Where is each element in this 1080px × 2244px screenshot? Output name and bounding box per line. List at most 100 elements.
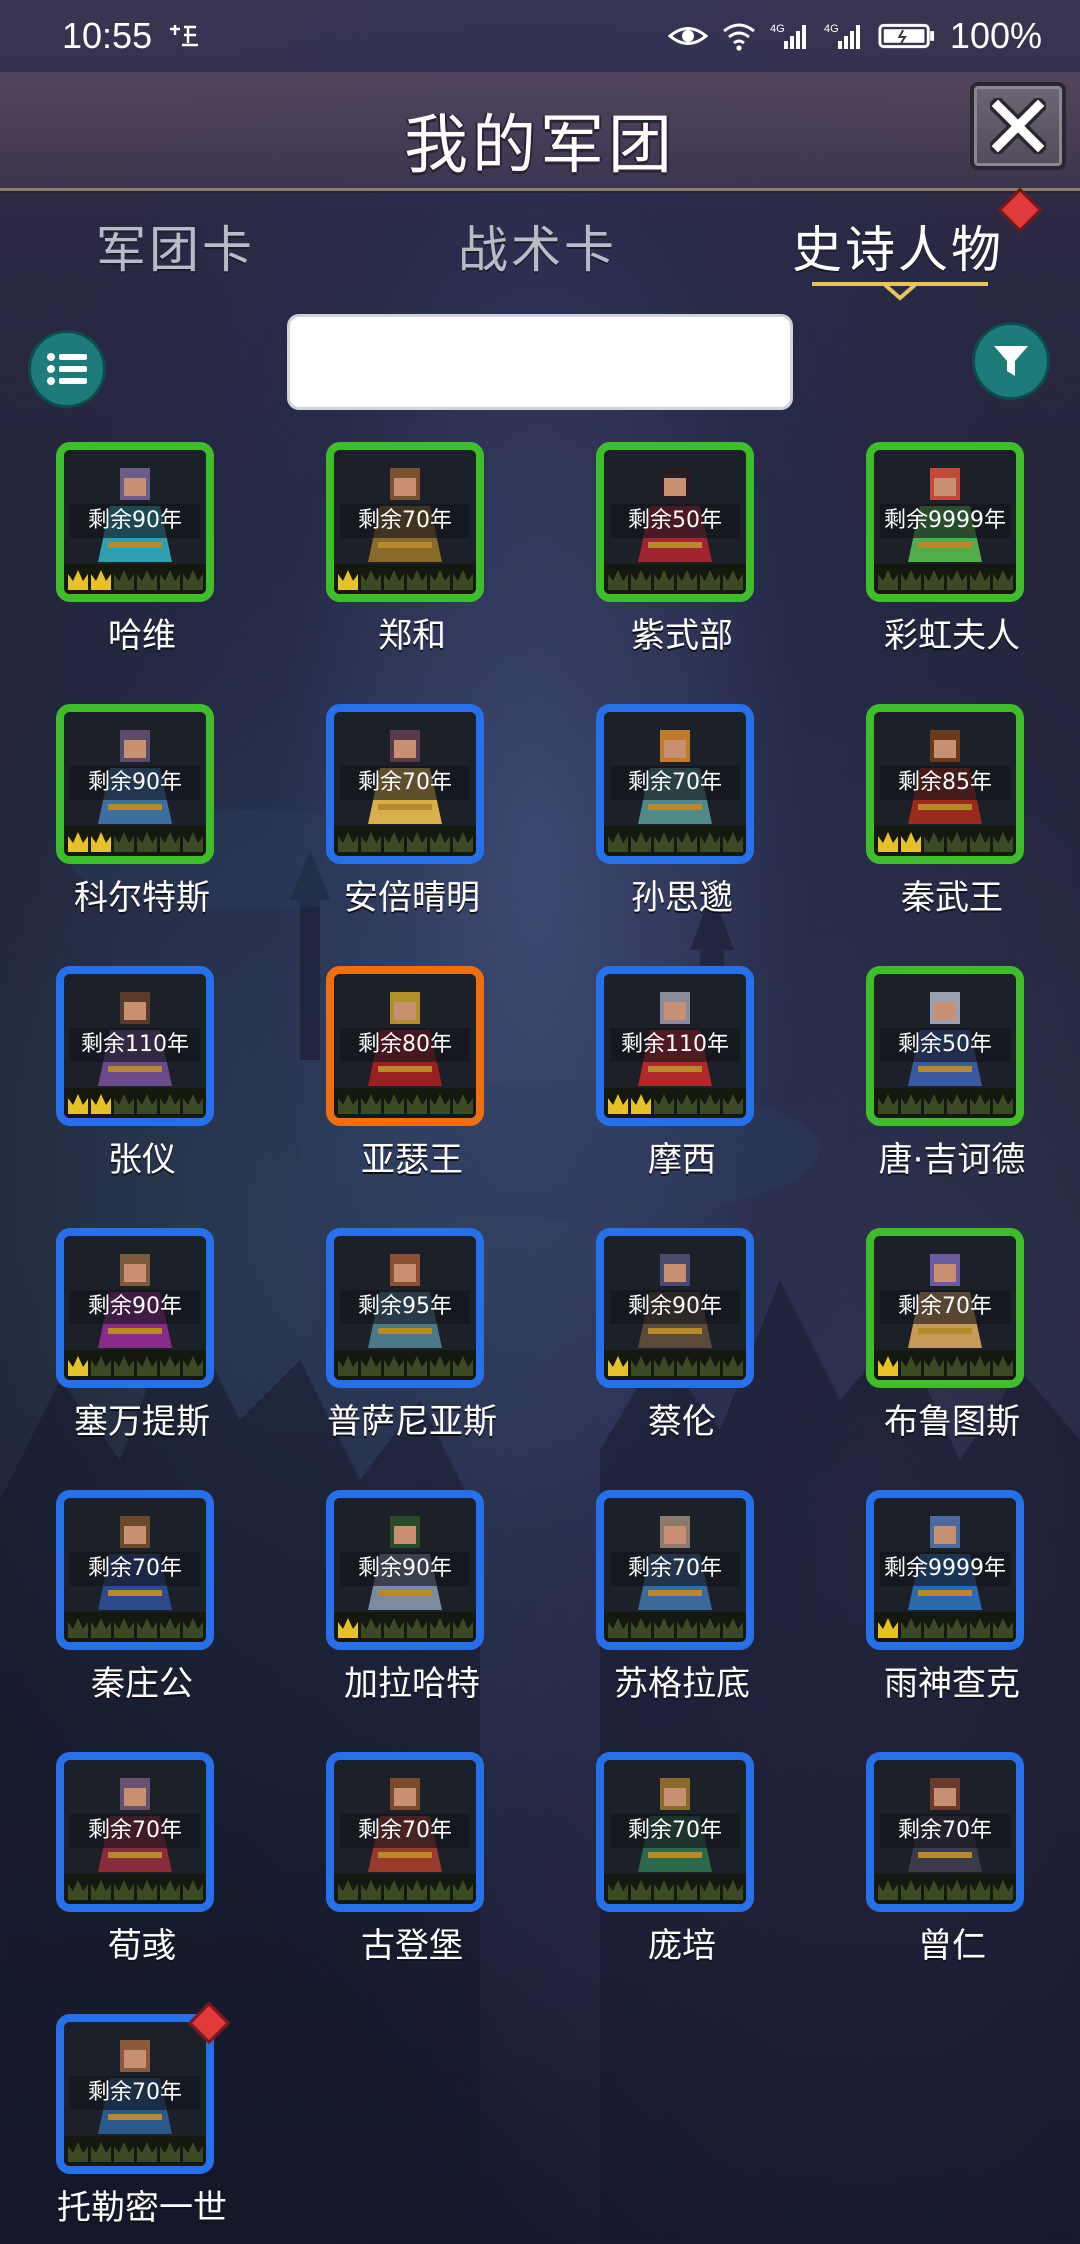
empty-crown-icon [677,832,697,852]
tab-army-card[interactable]: 军团卡 [96,210,255,282]
hero-name: 曾仁 [918,1926,986,1966]
hero-card[interactable]: 剩余70年 安倍晴明 [312,704,512,924]
hero-card[interactable]: 剩余110年 摩西 [582,966,782,1186]
empty-crown-icon [361,1356,381,1376]
empty-crown-icon [160,2142,180,2162]
hero-card[interactable]: 剩余70年 庞培 [582,1752,782,1972]
star-crown-row [64,2136,206,2166]
empty-crown-icon [361,1094,381,1114]
empty-crown-icon [137,1094,157,1114]
empty-crown-icon [407,1618,427,1638]
star-crown-row [604,1874,746,1904]
filter-button[interactable] [972,322,1050,400]
empty-crown-icon [384,1094,404,1114]
hero-card[interactable]: 剩余70年 托勒密一世 [42,2001,242,2234]
empty-crown-icon [970,1618,990,1638]
gold-crown-icon [91,1094,111,1114]
hero-card[interactable]: 剩余50年 紫式部 [582,442,782,662]
hero-card[interactable]: 剩余90年加拉哈特 [312,1490,512,1710]
empty-crown-icon [901,1618,921,1638]
empty-crown-icon [453,1880,473,1900]
list-view-button[interactable] [28,330,106,408]
hero-card[interactable]: 剩余9999年 彩虹夫人 [852,442,1052,662]
empty-crown-icon [137,832,157,852]
hero-card[interactable]: 剩余70年 布鲁图斯 [852,1228,1052,1448]
empty-crown-icon [453,1356,473,1376]
empty-crown-icon [137,1618,157,1638]
empty-crown-icon [924,832,944,852]
hero-card[interactable]: 剩余90年 科尔特斯 [42,704,242,924]
hero-card[interactable]: 剩余9999年 雨神查克 [852,1490,1052,1710]
hero-name: 庞培 [648,1926,716,1966]
empty-crown-icon [924,1618,944,1638]
hero-card[interactable]: 剩余70年 秦庄公 [42,1490,242,1710]
hero-portrait-frame: 剩余70年 [866,1228,1024,1388]
empty-crown-icon [137,570,157,590]
remaining-years-label: 剩余70年 [70,1814,200,1848]
close-button[interactable] [970,82,1066,170]
empty-crown-icon [700,1094,720,1114]
empty-crown-icon [91,2142,111,2162]
empty-crown-icon [160,832,180,852]
empty-crown-icon [654,1880,674,1900]
hero-card[interactable]: 剩余70年 荀彧 [42,1752,242,1972]
empty-crown-icon [114,570,134,590]
gold-crown-icon [68,570,88,590]
hero-card[interactable]: 剩余70年 苏格拉底 [582,1490,782,1710]
empty-crown-icon [631,832,651,852]
empty-crown-icon [430,1356,450,1376]
hero-card[interactable]: 剩余70年 郑和 [312,442,512,662]
hero-card[interactable]: 剩余85年 秦武王 [852,704,1052,924]
hero-name: 塞万提斯 [74,1402,210,1442]
hero-name: 普萨尼亚斯 [327,1402,497,1442]
hero-name: 张仪 [108,1140,176,1180]
empty-crown-icon [700,1880,720,1900]
hero-card[interactable]: 剩余110年 张仪 [42,966,242,1186]
hero-portrait-frame: 剩余70年 [326,442,484,602]
gold-crown-icon [608,1094,628,1114]
hero-portrait-frame: 剩余90年 [56,442,214,602]
hero-card[interactable]: 剩余70年 古登堡 [312,1752,512,1972]
hero-name: 彩虹夫人 [884,616,1020,656]
empty-crown-icon [160,1880,180,1900]
hero-portrait-frame: 剩余80年 [326,966,484,1126]
empty-crown-icon [338,832,358,852]
gold-crown-icon [68,1356,88,1376]
empty-crown-icon [160,1356,180,1376]
tab-epic-figures[interactable]: 史诗人物 [792,210,1004,282]
gold-crown-icon [631,1094,651,1114]
empty-crown-icon [361,832,381,852]
empty-crown-icon [947,570,967,590]
empty-crown-icon [114,1618,134,1638]
empty-crown-icon [654,570,674,590]
hero-portrait-frame: 剩余90年 [56,1228,214,1388]
hero-name: 托勒密一世 [57,2188,227,2228]
hero-card[interactable]: 剩余80年 亚瑟王 [312,966,512,1186]
remaining-years-label: 剩余70年 [610,1552,740,1586]
star-crown-row [334,1088,476,1118]
empty-crown-icon [160,570,180,590]
hero-portrait-frame: 剩余110年 [596,966,754,1126]
hero-card[interactable]: 剩余90年 蔡伦 [582,1228,782,1448]
hero-card[interactable]: 剩余70年 孙思邈 [582,704,782,924]
remaining-years-label: 剩余9999年 [880,1552,1010,1586]
empty-crown-icon [654,1618,674,1638]
hero-card[interactable]: 剩余90年 哈维 [42,442,242,662]
hero-card[interactable]: 剩余90年塞万提斯 [42,1228,242,1448]
hero-name: 加拉哈特 [344,1664,480,1704]
tab-tactic-card[interactable]: 战术卡 [458,210,617,282]
empty-crown-icon [924,570,944,590]
empty-crown-icon [654,1356,674,1376]
empty-crown-icon [677,1094,697,1114]
empty-crown-icon [901,570,921,590]
star-crown-row [604,826,746,856]
search-input[interactable] [287,314,793,410]
empty-crown-icon [901,1356,921,1376]
gold-crown-icon [338,1618,358,1638]
remaining-years-label: 剩余90年 [340,1552,470,1586]
hero-portrait-frame: 剩余95年 [326,1228,484,1388]
hero-card[interactable]: 剩余50年 唐·吉诃德 [852,966,1052,1186]
hero-card[interactable]: 剩余70年 曾仁 [852,1752,1052,1972]
hero-card[interactable]: 剩余95年普萨尼亚斯 [312,1228,512,1448]
hero-portrait-frame: 剩余50年 [866,966,1024,1126]
